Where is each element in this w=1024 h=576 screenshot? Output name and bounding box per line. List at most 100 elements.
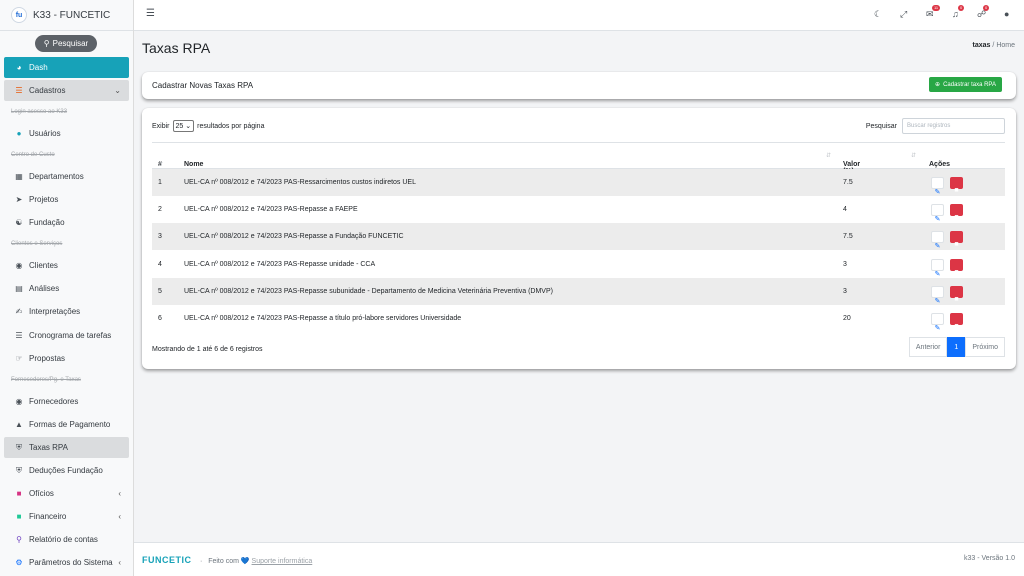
delete-button[interactable]: ■: [950, 231, 963, 248]
sidebar-item-projetos[interactable]: ➤ Projetos: [4, 189, 129, 210]
support-link[interactable]: Suporte informática: [252, 558, 313, 565]
sidebar-item-label: Formas de Pagamento: [29, 420, 111, 429]
table-search-input[interactable]: Buscar registros: [902, 118, 1005, 134]
pencil-icon: ✎: [934, 298, 941, 305]
breadcrumb: taxas / Home: [973, 42, 1015, 49]
edit-button[interactable]: ✎: [931, 259, 944, 278]
cell-value: 7.5: [843, 179, 853, 186]
sidebar-item-label: Interpretações: [29, 307, 81, 316]
sidebar-item-label: Cronograma de tarefas: [29, 331, 112, 340]
sidebar-search-button[interactable]: ⚲ Pesquisar: [35, 35, 97, 52]
page-length-select[interactable]: 25 ⌄: [172, 120, 195, 132]
flask-icon: ▤: [15, 284, 23, 293]
trash-icon: ■: [954, 296, 959, 303]
edit-button[interactable]: ✎: [931, 204, 944, 223]
sidebar-item-clientes[interactable]: ◉ Clientes: [4, 255, 129, 276]
sidebar-item-cronograma[interactable]: ☰ Cronograma de tarefas: [4, 325, 129, 346]
building-icon: ▦: [15, 172, 23, 181]
pager-prev[interactable]: Anterior: [908, 337, 948, 357]
sidebar-item-dash[interactable]: ◕ Dash: [4, 57, 129, 78]
cell-value: 20: [843, 315, 851, 322]
sidebar: fu K33 - FUNCETIC ⚲ Pesquisar ◕ Dash ☰ C…: [0, 0, 134, 576]
sidebar-item-label: Cadastros: [29, 86, 66, 95]
messages-icon[interactable]: ✉ 11: [926, 5, 941, 20]
sidebar-item-label: Deduções Fundação: [29, 466, 103, 475]
sidebar-item-deducoes[interactable]: ⛨ Deduções Fundação: [4, 460, 129, 481]
cell-name: UEL-CA nº 008/2012 e 74/2023 PAS-Ressarc…: [184, 179, 416, 186]
user-icon: ●: [16, 129, 22, 138]
sidebar-item-label: Fornecedores: [29, 397, 79, 406]
cell-value: 3: [843, 261, 847, 268]
sidebar-item-label: Propostas: [29, 354, 66, 363]
calendar-icon: ☰: [15, 331, 23, 340]
sidebar-item-label: Projetos: [29, 195, 59, 204]
sidebar-item-taxas-rpa[interactable]: ⛨ Taxas RPA: [4, 437, 129, 458]
delete-button[interactable]: ■: [950, 313, 963, 330]
register-card: Cadastrar Novas Taxas RPA ⊕ Cadastrar ta…: [142, 72, 1016, 99]
sidebar-item-parametros[interactable]: ⚙ Parâmetros do Sistema ‹: [4, 552, 129, 573]
table-info: Mostrando de 1 até 6 de 6 registros: [152, 346, 263, 353]
shield-icon: ⛨: [16, 465, 22, 475]
people-group-icon: ◉: [15, 397, 23, 406]
delete-button[interactable]: ■: [950, 204, 963, 221]
edit-button[interactable]: ✎: [931, 286, 944, 305]
sort-icon: ⇵: [911, 153, 917, 159]
trash-icon: ■: [954, 214, 959, 221]
user-icon[interactable]: ●: [1004, 9, 1009, 19]
cell-name: UEL-CA nº 008/2012 e 74/2023 PAS-Repasse…: [184, 315, 462, 322]
sidebar-item-departamentos[interactable]: ▦ Departamentos: [4, 166, 129, 187]
footer-brand: FUNCETIC: [142, 555, 192, 565]
bell-icon[interactable]: ♫ 0: [952, 5, 965, 19]
pencil-icon: ✎: [934, 243, 941, 250]
hand-icon: ✍: [15, 307, 23, 316]
show-label: Exibir: [152, 122, 170, 130]
edit-button[interactable]: ✎: [931, 177, 944, 196]
add-taxa-button[interactable]: ⊕ Cadastrar taxa RPA: [929, 77, 1002, 92]
plus-circle-icon: ⊕: [935, 82, 941, 88]
sidebar-item-financeiro[interactable]: ■ Financeiro ‹: [4, 506, 129, 527]
footer-separator: ·: [200, 558, 203, 565]
money-icon: ■: [16, 512, 22, 521]
pagination: Anterior 1 Próximo: [908, 337, 1005, 357]
alerts-badge: 0: [958, 5, 965, 11]
footer-made-with: · Feito com 💙 Suporte informática: [200, 557, 312, 565]
tasks-icon[interactable]: ☍ 0: [977, 5, 990, 20]
footer: FUNCETIC · Feito com 💙 Suporte informáti…: [134, 542, 1024, 576]
table-row: 1 UEL-CA nº 008/2012 e 74/2023 PAS-Ressa…: [152, 169, 1005, 196]
page-title: Taxas RPA: [142, 40, 211, 56]
fullscreen-icon[interactable]: ⤢: [900, 9, 907, 20]
sidebar-item-formas-pagamento[interactable]: ▲ Formas de Pagamento: [4, 414, 129, 435]
pager-next[interactable]: Próximo: [965, 337, 1005, 357]
moon-icon[interactable]: ☾: [874, 9, 882, 20]
cell-id: 3: [158, 233, 162, 240]
table-search-label: Pesquisar: [865, 122, 897, 130]
cell-id: 2: [158, 206, 162, 213]
table-card: Exibir 25 ⌄ resultados por página Pesqui…: [142, 108, 1016, 369]
menu-toggle-icon[interactable]: ☰: [146, 8, 155, 19]
sidebar-item-cadastros[interactable]: ☰ Cadastros ⌄: [4, 80, 129, 101]
cell-name: UEL-CA nº 008/2012 e 74/2023 PAS-Repasse…: [184, 288, 553, 295]
trash-icon: ■: [954, 241, 959, 248]
delete-button[interactable]: ■: [950, 286, 963, 303]
sidebar-item-label: Departamentos: [29, 172, 84, 181]
cell-name: UEL-CA nº 008/2012 e 74/2023 PAS-Repasse…: [184, 206, 358, 213]
edit-button[interactable]: ✎: [931, 313, 944, 332]
sidebar-item-relatorio[interactable]: ⚲ Relatório de contas: [4, 529, 129, 550]
table-row: 6 UEL-CA nº 008/2012 e 74/2023 PAS-Repas…: [152, 305, 1005, 332]
sidebar-item-analises[interactable]: ▤ Análises: [4, 278, 129, 299]
sidebar-item-label: Dash: [29, 63, 48, 72]
sidebar-item-oficios[interactable]: ■ Ofícios ‹: [4, 483, 129, 504]
sidebar-item-propostas[interactable]: ☞ Propostas: [4, 348, 129, 369]
sidebar-item-fundacao[interactable]: ☯ Fundação: [4, 212, 129, 233]
edit-button[interactable]: ✎: [931, 231, 944, 250]
sidebar-item-usuarios[interactable]: ● Usuários: [4, 123, 129, 144]
breadcrumb-home[interactable]: Home: [996, 42, 1015, 49]
sidebar-item-fornecedores[interactable]: ◉ Fornecedores: [4, 391, 129, 412]
delete-button[interactable]: ■: [950, 177, 963, 194]
delete-button[interactable]: ■: [950, 259, 963, 276]
col-actions-label: Ações: [929, 161, 951, 168]
sidebar-header-clients: Clientes e Serviços: [11, 241, 63, 247]
sidebar-item-interpretacoes[interactable]: ✍ Interpretações: [4, 301, 129, 322]
brand[interactable]: fu K33 - FUNCETIC: [0, 0, 133, 31]
pager-page-1[interactable]: 1: [947, 337, 966, 357]
